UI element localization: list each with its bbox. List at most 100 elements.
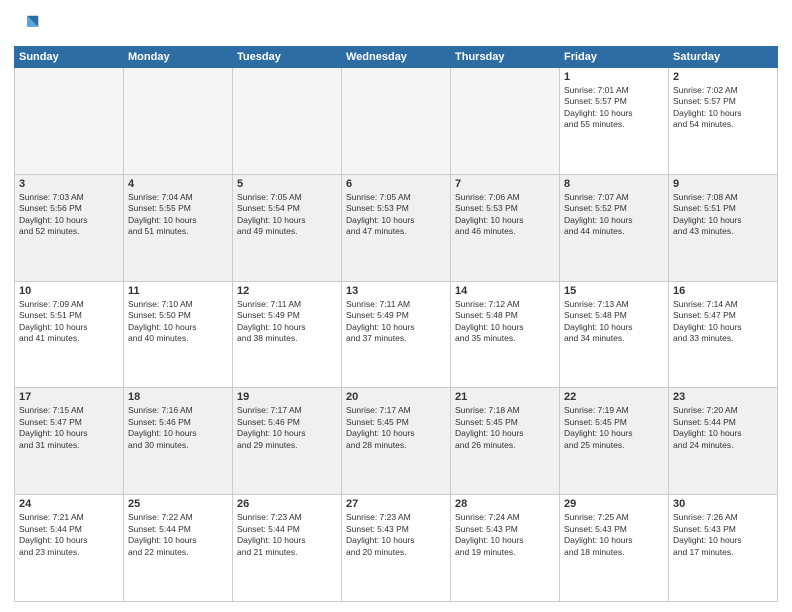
day-info: Sunrise: 7:17 AM Sunset: 5:46 PM Dayligh…	[237, 405, 337, 451]
day-info: Sunrise: 7:14 AM Sunset: 5:47 PM Dayligh…	[673, 299, 773, 345]
calendar-cell: 29 Sunrise: 7:25 AM Sunset: 5:43 PM Dayli…	[560, 495, 669, 602]
calendar-table: SundayMondayTuesdayWednesdayThursdayFrid…	[14, 46, 778, 602]
day-info: Sunrise: 7:01 AM Sunset: 5:57 PM Dayligh…	[564, 85, 664, 131]
calendar-cell: 25 Sunrise: 7:22 AM Sunset: 5:44 PM Dayli…	[124, 495, 233, 602]
calendar-week-5: 24 Sunrise: 7:21 AM Sunset: 5:44 PM Dayli…	[15, 495, 778, 602]
day-info: Sunrise: 7:08 AM Sunset: 5:51 PM Dayligh…	[673, 192, 773, 238]
calendar-cell	[124, 68, 233, 175]
calendar-cell: 6Sunrise: 7:05 AM Sunset: 5:53 PM Daylig…	[342, 174, 451, 281]
day-number: 30	[673, 498, 773, 510]
day-info: Sunrise: 7:18 AM Sunset: 5:45 PM Dayligh…	[455, 405, 555, 451]
calendar-cell: 19 Sunrise: 7:17 AM Sunset: 5:46 PM Dayli…	[233, 388, 342, 495]
calendar-cell	[451, 68, 560, 175]
calendar-cell: 17Sunrise: 7:15 AM Sunset: 5:47 PM Dayli…	[15, 388, 124, 495]
day-info: Sunrise: 7:13 AM Sunset: 5:48 PM Dayligh…	[564, 299, 664, 345]
calendar-week-1: 1 Sunrise: 7:01 AM Sunset: 5:57 PM Daylig…	[15, 68, 778, 175]
calendar-cell: 22 Sunrise: 7:19 AM Sunset: 5:45 PM Dayli…	[560, 388, 669, 495]
day-info: Sunrise: 7:23 AM Sunset: 5:44 PM Dayligh…	[237, 512, 337, 558]
day-number: 10	[19, 285, 119, 297]
day-info: Sunrise: 7:24 AM Sunset: 5:43 PM Dayligh…	[455, 512, 555, 558]
day-info: Sunrise: 7:10 AM Sunset: 5:50 PM Dayligh…	[128, 299, 228, 345]
calendar-cell: 14Sunrise: 7:12 AM Sunset: 5:48 PM Dayli…	[451, 281, 560, 388]
calendar-cell: 4 Sunrise: 7:04 AM Sunset: 5:55 PM Daylig…	[124, 174, 233, 281]
day-number: 29	[564, 498, 664, 510]
calendar-week-3: 10 Sunrise: 7:09 AM Sunset: 5:51 PM Dayli…	[15, 281, 778, 388]
day-number: 15	[564, 285, 664, 297]
calendar-cell: 10 Sunrise: 7:09 AM Sunset: 5:51 PM Dayli…	[15, 281, 124, 388]
weekday-header-friday: Friday	[560, 47, 669, 68]
weekday-header-thursday: Thursday	[451, 47, 560, 68]
calendar-cell: 1 Sunrise: 7:01 AM Sunset: 5:57 PM Daylig…	[560, 68, 669, 175]
logo	[14, 12, 46, 40]
calendar-cell: 9 Sunrise: 7:08 AM Sunset: 5:51 PM Daylig…	[669, 174, 778, 281]
logo-icon	[14, 12, 42, 40]
weekday-header-saturday: Saturday	[669, 47, 778, 68]
calendar-week-2: 3Sunrise: 7:03 AM Sunset: 5:56 PM Daylig…	[15, 174, 778, 281]
day-number: 6	[346, 178, 446, 190]
day-number: 16	[673, 285, 773, 297]
day-info: Sunrise: 7:04 AM Sunset: 5:55 PM Dayligh…	[128, 192, 228, 238]
day-info: Sunrise: 7:07 AM Sunset: 5:52 PM Dayligh…	[564, 192, 664, 238]
weekday-header-tuesday: Tuesday	[233, 47, 342, 68]
calendar-cell: 11Sunrise: 7:10 AM Sunset: 5:50 PM Dayli…	[124, 281, 233, 388]
day-info: Sunrise: 7:09 AM Sunset: 5:51 PM Dayligh…	[19, 299, 119, 345]
day-number: 23	[673, 391, 773, 403]
day-info: Sunrise: 7:21 AM Sunset: 5:44 PM Dayligh…	[19, 512, 119, 558]
weekday-header-wednesday: Wednesday	[342, 47, 451, 68]
calendar-cell: 8 Sunrise: 7:07 AM Sunset: 5:52 PM Daylig…	[560, 174, 669, 281]
day-number: 2	[673, 71, 773, 83]
weekday-header-monday: Monday	[124, 47, 233, 68]
calendar-body: 1 Sunrise: 7:01 AM Sunset: 5:57 PM Daylig…	[15, 68, 778, 602]
day-info: Sunrise: 7:05 AM Sunset: 5:54 PM Dayligh…	[237, 192, 337, 238]
day-number: 19	[237, 391, 337, 403]
day-number: 5	[237, 178, 337, 190]
day-info: Sunrise: 7:11 AM Sunset: 5:49 PM Dayligh…	[237, 299, 337, 345]
day-number: 13	[346, 285, 446, 297]
day-number: 25	[128, 498, 228, 510]
calendar-cell: 12Sunrise: 7:11 AM Sunset: 5:49 PM Dayli…	[233, 281, 342, 388]
day-number: 24	[19, 498, 119, 510]
weekday-header-row: SundayMondayTuesdayWednesdayThursdayFrid…	[15, 47, 778, 68]
calendar-cell: 28Sunrise: 7:24 AM Sunset: 5:43 PM Dayli…	[451, 495, 560, 602]
calendar-cell: 13 Sunrise: 7:11 AM Sunset: 5:49 PM Dayli…	[342, 281, 451, 388]
day-number: 26	[237, 498, 337, 510]
day-info: Sunrise: 7:12 AM Sunset: 5:48 PM Dayligh…	[455, 299, 555, 345]
day-number: 22	[564, 391, 664, 403]
day-info: Sunrise: 7:19 AM Sunset: 5:45 PM Dayligh…	[564, 405, 664, 451]
day-info: Sunrise: 7:11 AM Sunset: 5:49 PM Dayligh…	[346, 299, 446, 345]
calendar-cell: 2 Sunrise: 7:02 AM Sunset: 5:57 PM Daylig…	[669, 68, 778, 175]
day-number: 18	[128, 391, 228, 403]
calendar-cell: 3Sunrise: 7:03 AM Sunset: 5:56 PM Daylig…	[15, 174, 124, 281]
calendar-cell: 16 Sunrise: 7:14 AM Sunset: 5:47 PM Dayli…	[669, 281, 778, 388]
calendar-week-4: 17Sunrise: 7:15 AM Sunset: 5:47 PM Dayli…	[15, 388, 778, 495]
calendar-cell: 24 Sunrise: 7:21 AM Sunset: 5:44 PM Dayli…	[15, 495, 124, 602]
day-info: Sunrise: 7:03 AM Sunset: 5:56 PM Dayligh…	[19, 192, 119, 238]
calendar-cell: 7Sunrise: 7:06 AM Sunset: 5:53 PM Daylig…	[451, 174, 560, 281]
calendar-header: SundayMondayTuesdayWednesdayThursdayFrid…	[15, 47, 778, 68]
day-number: 4	[128, 178, 228, 190]
calendar-cell: 26 Sunrise: 7:23 AM Sunset: 5:44 PM Dayli…	[233, 495, 342, 602]
calendar-cell	[233, 68, 342, 175]
day-number: 17	[19, 391, 119, 403]
weekday-header-sunday: Sunday	[15, 47, 124, 68]
day-number: 9	[673, 178, 773, 190]
day-info: Sunrise: 7:22 AM Sunset: 5:44 PM Dayligh…	[128, 512, 228, 558]
day-number: 8	[564, 178, 664, 190]
day-number: 20	[346, 391, 446, 403]
day-info: Sunrise: 7:20 AM Sunset: 5:44 PM Dayligh…	[673, 405, 773, 451]
day-info: Sunrise: 7:26 AM Sunset: 5:43 PM Dayligh…	[673, 512, 773, 558]
calendar-cell: 20 Sunrise: 7:17 AM Sunset: 5:45 PM Dayli…	[342, 388, 451, 495]
day-info: Sunrise: 7:25 AM Sunset: 5:43 PM Dayligh…	[564, 512, 664, 558]
day-info: Sunrise: 7:17 AM Sunset: 5:45 PM Dayligh…	[346, 405, 446, 451]
day-number: 7	[455, 178, 555, 190]
day-info: Sunrise: 7:02 AM Sunset: 5:57 PM Dayligh…	[673, 85, 773, 131]
calendar-cell: 27 Sunrise: 7:23 AM Sunset: 5:43 PM Dayli…	[342, 495, 451, 602]
day-number: 1	[564, 71, 664, 83]
calendar-cell: 5 Sunrise: 7:05 AM Sunset: 5:54 PM Daylig…	[233, 174, 342, 281]
day-info: Sunrise: 7:23 AM Sunset: 5:43 PM Dayligh…	[346, 512, 446, 558]
calendar-cell: 18 Sunrise: 7:16 AM Sunset: 5:46 PM Dayli…	[124, 388, 233, 495]
calendar-cell: 21Sunrise: 7:18 AM Sunset: 5:45 PM Dayli…	[451, 388, 560, 495]
page: SundayMondayTuesdayWednesdayThursdayFrid…	[0, 0, 792, 612]
day-number: 27	[346, 498, 446, 510]
day-info: Sunrise: 7:16 AM Sunset: 5:46 PM Dayligh…	[128, 405, 228, 451]
